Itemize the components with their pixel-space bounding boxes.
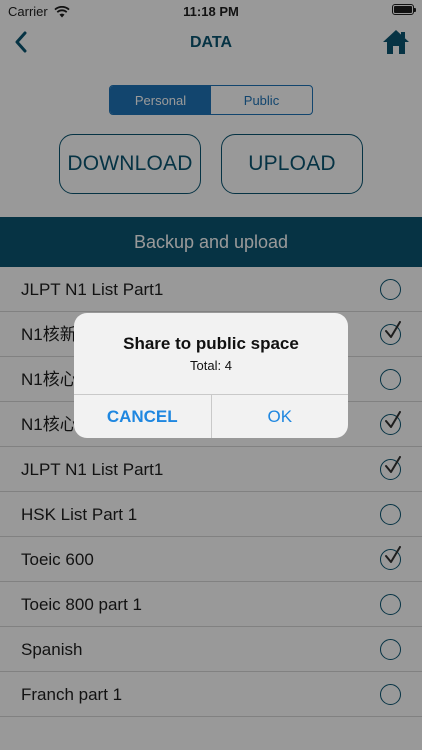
share-dialog: Share to public space Total: 4 CANCEL OK	[74, 313, 348, 438]
screen: Carrier 11:18 PM DATA Personal Public DO…	[0, 0, 422, 750]
dialog-message: Total: 4	[190, 358, 232, 373]
dialog-actions: CANCEL OK	[74, 394, 348, 438]
ok-button[interactable]: OK	[212, 395, 349, 438]
cancel-button[interactable]: CANCEL	[74, 395, 212, 438]
dialog-title: Share to public space	[123, 334, 299, 353]
